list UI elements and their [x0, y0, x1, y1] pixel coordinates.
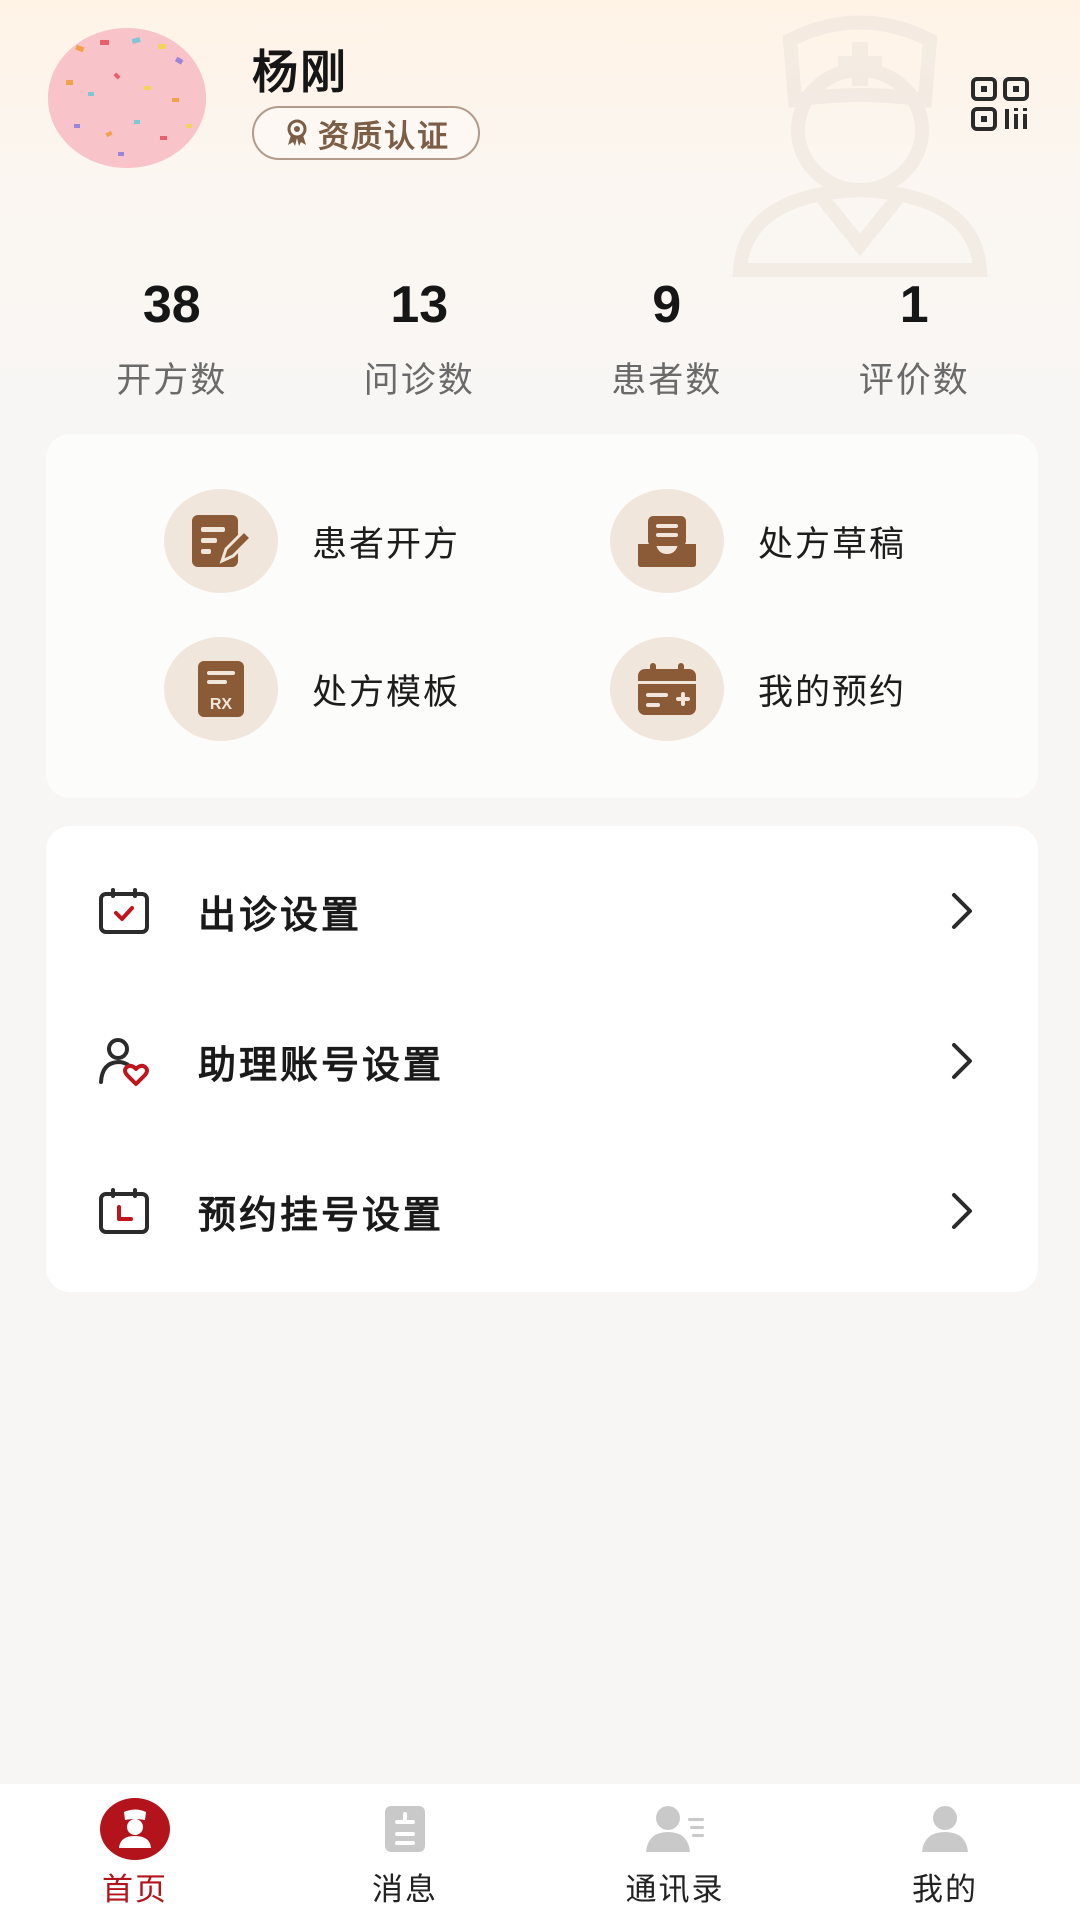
certification-badge[interactable]: 资质认证 — [252, 106, 480, 160]
message-note-icon — [385, 1806, 425, 1852]
quick-actions-card: 患者开方 处方草稿 RX 处方模板 我的预约 — [46, 434, 1038, 798]
setting-row-clinic-schedule[interactable]: 出诊设置 — [46, 836, 1038, 986]
nav-label: 消息 — [372, 1872, 438, 1907]
draft-inbox-icon — [638, 516, 696, 567]
doctor-home-icon — [100, 1798, 170, 1860]
stats-row: 38 开方数 13 问诊数 9 患者数 1 评价数 — [48, 270, 1038, 420]
doctor-name: 杨刚 — [252, 46, 348, 98]
award-icon — [287, 119, 307, 146]
quick-action-label: 处方模板 — [312, 672, 461, 712]
stat-value: 1 — [899, 276, 929, 334]
nav-contacts[interactable]: 通讯录 — [540, 1784, 810, 1920]
stat-label: 评价数 — [858, 361, 970, 400]
quick-action-appointments[interactable]: 我的预约 — [610, 634, 906, 744]
rx-template-icon: RX — [198, 661, 244, 717]
profile-header: 杨刚 资质认证 38 开方数 13 问诊数 9 患者数 1 评价数 — [0, 0, 1080, 420]
stat-value: 38 — [142, 276, 201, 334]
settings-card: 出诊设置 助理账号设置 预约挂号设置 — [46, 826, 1038, 1292]
svg-text:RX: RX — [210, 696, 233, 713]
nav-label: 通讯录 — [625, 1872, 725, 1907]
chevron-right-icon — [952, 893, 972, 929]
stat-patients[interactable]: 9 患者数 — [543, 270, 791, 420]
prescribe-pen-icon — [192, 515, 254, 567]
calendar-clock-icon — [99, 1188, 149, 1234]
setting-label: 出诊设置 — [198, 894, 363, 937]
setting-row-assistant-account[interactable]: 助理账号设置 — [46, 986, 1038, 1136]
quick-action-drafts[interactable]: 处方草稿 — [610, 486, 906, 596]
nav-me[interactable]: 我的 — [810, 1784, 1080, 1920]
doctor-watermark-icon — [732, 15, 988, 277]
chevron-right-icon — [952, 1043, 972, 1079]
nav-label: 我的 — [912, 1872, 978, 1907]
certification-label: 资质认证 — [318, 118, 450, 154]
quick-action-label: 我的预约 — [758, 672, 907, 712]
quick-action-prescribe[interactable]: 患者开方 — [164, 486, 460, 596]
quick-action-label: 患者开方 — [312, 524, 461, 564]
chevron-right-icon — [952, 1193, 972, 1229]
calendar-check-icon — [99, 888, 149, 934]
nav-home[interactable]: 首页 — [0, 1784, 270, 1920]
stat-prescriptions[interactable]: 38 开方数 — [48, 270, 296, 420]
quick-action-templates[interactable]: RX 处方模板 — [164, 634, 460, 744]
assistant-heart-icon — [99, 1038, 149, 1086]
setting-row-appointment-registration[interactable]: 预约挂号设置 — [46, 1136, 1038, 1286]
stat-value: 13 — [390, 276, 449, 334]
stat-label: 开方数 — [116, 361, 228, 400]
stat-label: 患者数 — [611, 361, 723, 400]
bottom-nav: 首页 消息 通讯录 我的 — [0, 1784, 1080, 1920]
stat-label: 问诊数 — [363, 361, 475, 400]
calendar-add-icon — [638, 663, 696, 715]
person-icon — [922, 1806, 968, 1852]
setting-label: 助理账号设置 — [198, 1044, 445, 1087]
stat-reviews[interactable]: 1 评价数 — [791, 270, 1039, 420]
avatar[interactable] — [48, 28, 206, 168]
stat-consultations[interactable]: 13 问诊数 — [296, 270, 544, 420]
stat-value: 9 — [652, 276, 682, 334]
quick-action-label: 处方草稿 — [758, 524, 907, 564]
nav-messages[interactable]: 消息 — [270, 1784, 540, 1920]
contacts-icon — [646, 1806, 704, 1852]
confetti-avatar — [48, 28, 206, 168]
qr-code-icon[interactable] — [970, 76, 1030, 132]
setting-label: 预约挂号设置 — [198, 1194, 445, 1237]
nav-label: 首页 — [102, 1872, 168, 1907]
